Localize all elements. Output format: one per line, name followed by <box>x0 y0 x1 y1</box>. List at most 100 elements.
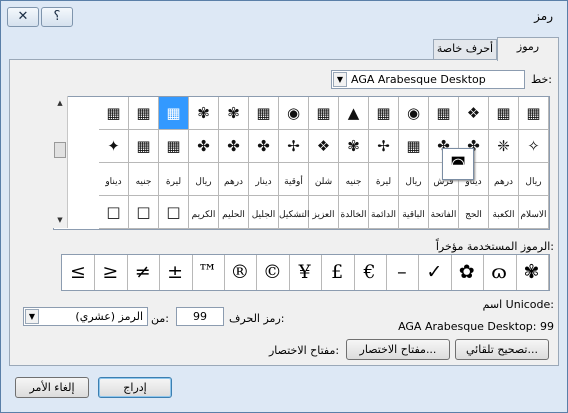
recent-symbol-cell[interactable]: © <box>256 255 290 290</box>
autocorrect-button[interactable]: تصحيح تلقائي... <box>455 339 549 360</box>
recent-symbols-label: الرموز المستخدمة مؤخراً: <box>435 240 554 253</box>
symbol-cell[interactable]: ▦ <box>489 97 519 130</box>
char-code-label: رمز الحرف: <box>229 312 285 325</box>
symbol-cell[interactable]: الدائمة <box>369 196 399 229</box>
recent-symbol-cell[interactable]: ≠ <box>126 255 161 290</box>
tab-symbols[interactable]: رموز <box>497 37 559 61</box>
symbol-cell[interactable]: □ <box>99 196 129 229</box>
symbol-zoom-preview: ◚ <box>442 148 474 180</box>
symbol-cell[interactable]: دينار <box>249 163 279 196</box>
symbol-grid[interactable]: ▦ ▦ ❖ ▦ ◉ ▦ ▲ ▦ ◉ ▦ ✾ ✾ ▦ ▦ ▦ ✧ ❈ ✤ ✤ ▦ ✢ ✾ ❖ ✢ ✤ ✤ ✤ ▦ ▦ ✦ ريال درهم دي… <box>53 96 550 230</box>
symbol-cell[interactable]: درهم <box>489 163 519 196</box>
scroll-down-icon[interactable]: ▼ <box>54 214 66 226</box>
symbol-cell[interactable]: ▲ <box>339 97 369 130</box>
symbol-cell[interactable]: ريال <box>519 163 549 196</box>
symbol-cell[interactable]: ✢ <box>369 130 399 163</box>
symbol-cell[interactable]: ▦ <box>129 97 159 130</box>
symbol-cell[interactable]: ▦ <box>369 97 399 130</box>
cancel-button[interactable]: إلغاء الأمر <box>15 377 89 398</box>
symbol-cell[interactable]: ✦ <box>99 130 129 163</box>
symbol-cell[interactable]: ▦ <box>99 97 129 130</box>
recent-symbol-cell[interactable]: ✿ <box>450 255 485 290</box>
font-label: خط: <box>531 73 552 86</box>
symbol-cell[interactable]: ❖ <box>309 130 339 163</box>
symbol-cell[interactable]: العزيز <box>309 196 339 229</box>
symbol-cell[interactable]: ▦ <box>249 97 279 130</box>
grid-scrollbar[interactable]: ▲ ▼ <box>53 96 68 228</box>
recent-symbols-grid[interactable]: ✾ ɷ ✿ ✓ – € £ ¥ © ® ™ ± ≠ ≥ ≤ <box>61 254 550 291</box>
symbol-cell[interactable]: درهم <box>219 163 249 196</box>
symbol-cell[interactable]: جنيه <box>129 163 159 196</box>
dialog-title: رمز <box>534 9 553 23</box>
shortcut-key-button[interactable]: مفتاح الاختصار... <box>346 339 450 360</box>
recent-symbol-cell[interactable]: ≤ <box>61 255 96 290</box>
symbol-cell[interactable]: ✤ <box>189 130 219 163</box>
chevron-down-icon[interactable]: ▼ <box>333 72 347 87</box>
tab-special-characters[interactable]: أحرف خاصة <box>433 39 497 59</box>
symbol-cell[interactable]: الكعبة <box>489 196 519 229</box>
symbol-cell[interactable]: ليرة <box>369 163 399 196</box>
symbol-cell[interactable]: ◉ <box>399 97 429 130</box>
chevron-down-icon[interactable]: ▼ <box>25 309 39 324</box>
recent-symbol-cell[interactable]: £ <box>321 255 355 290</box>
font-select-value: AGA Arabesque Desktop <box>351 73 486 86</box>
recent-symbol-cell[interactable]: ® <box>223 255 258 290</box>
symbol-cell[interactable]: جنيه <box>339 163 369 196</box>
symbol-cell[interactable]: ▦ <box>309 97 339 130</box>
recent-symbol-cell[interactable]: ɷ <box>483 255 517 290</box>
recent-symbol-cell[interactable]: ✓ <box>418 255 452 290</box>
scroll-up-icon[interactable]: ▲ <box>54 97 66 109</box>
symbol-cell[interactable]: ▦ <box>159 97 189 130</box>
from-label: من: <box>151 312 169 325</box>
insert-button[interactable]: إدراج <box>98 377 172 398</box>
symbol-cell[interactable]: ديناو <box>99 163 129 196</box>
font-select[interactable]: ▼ AGA Arabesque Desktop <box>331 70 525 89</box>
recent-symbol-cell[interactable]: € <box>353 255 387 290</box>
from-select[interactable]: ▼ الرمز (عشري) <box>23 307 148 326</box>
symbol-cell[interactable]: ❖ <box>459 97 489 130</box>
recent-symbol-cell[interactable]: – <box>385 255 420 290</box>
symbol-cell[interactable]: □ <box>129 196 159 229</box>
symbol-cell[interactable]: شلن <box>309 163 339 196</box>
close-button[interactable]: ✕ <box>7 7 39 27</box>
symbol-cell[interactable]: ريال <box>189 163 219 196</box>
symbol-cell[interactable]: ✤ <box>219 130 249 163</box>
symbol-cell[interactable]: ✧ <box>519 130 549 163</box>
scroll-thumb[interactable] <box>54 142 66 158</box>
recent-symbol-cell[interactable]: ™ <box>191 255 225 290</box>
symbol-cell[interactable]: ▦ <box>399 130 429 163</box>
unicode-name-value: AGA Arabesque Desktop: 99 <box>398 320 554 333</box>
symbol-cell[interactable]: ▦ <box>129 130 159 163</box>
symbol-cell[interactable]: ✾ <box>339 130 369 163</box>
symbol-cell[interactable]: الباقية <box>399 196 429 229</box>
symbol-cell[interactable]: ريال <box>399 163 429 196</box>
symbol-cell[interactable]: ▦ <box>519 97 549 130</box>
shortcut-key-label: مفتاح الاختصار: <box>269 344 340 357</box>
symbol-cell[interactable]: أوقية <box>279 163 309 196</box>
symbol-cell[interactable]: الخالدة <box>339 196 369 229</box>
symbol-cell[interactable]: ✢ <box>279 130 309 163</box>
from-select-value: الرمز (عشري) <box>75 310 143 323</box>
symbol-cell[interactable]: ▦ <box>159 130 189 163</box>
help-button[interactable]: ؟ <box>41 7 73 27</box>
symbol-cell[interactable]: ◉ <box>279 97 309 130</box>
symbol-cell[interactable]: الحليم <box>219 196 249 229</box>
symbol-cell[interactable]: التشكيل <box>279 196 310 229</box>
symbol-cell[interactable]: ❈ <box>489 130 519 163</box>
symbol-cell[interactable]: الفاتحة <box>429 196 459 229</box>
recent-symbol-cell[interactable]: ✾ <box>515 255 549 290</box>
recent-symbol-cell[interactable]: ± <box>159 255 193 290</box>
symbol-cell[interactable]: □ <box>159 196 189 229</box>
symbol-cell[interactable]: ▦ <box>429 97 459 130</box>
symbol-cell[interactable]: الحج <box>459 196 489 229</box>
symbol-cell[interactable]: ✾ <box>219 97 249 130</box>
recent-symbol-cell[interactable]: ¥ <box>288 255 323 290</box>
symbol-cell[interactable]: الكريم <box>189 196 219 229</box>
symbol-cell[interactable]: ✤ <box>249 130 279 163</box>
symbol-cell[interactable]: ليرة <box>159 163 189 196</box>
symbol-cell[interactable]: الجليل <box>249 196 279 229</box>
recent-symbol-cell[interactable]: ≥ <box>94 255 128 290</box>
symbol-cell[interactable]: ✾ <box>189 97 219 130</box>
symbol-cell[interactable]: الاسلام <box>519 196 549 229</box>
char-code-input[interactable]: 99 <box>176 307 224 326</box>
